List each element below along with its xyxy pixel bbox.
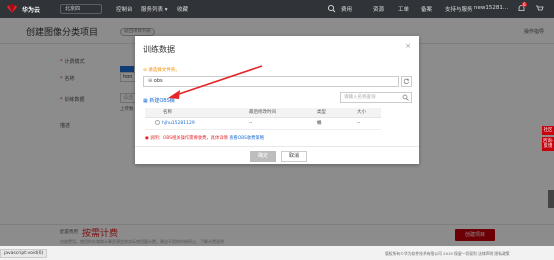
cancel-button[interactable]: 取消 [281, 151, 307, 162]
type-cell: 桶 [313, 117, 353, 130]
warning-message: ⊘ 请选择文件夹。 [143, 68, 180, 73]
obs-path-breadcrumb[interactable]: ⊖ obs [143, 76, 399, 87]
new-obs-bucket-link[interactable]: ▦ 新建OBS桶 [143, 97, 175, 104]
nav-billing[interactable]: 费用 [341, 5, 352, 13]
brand-name[interactable]: 华为云 [22, 5, 40, 14]
notification-count-badge: 6 [522, 2, 527, 7]
modified-cell: -- [245, 117, 313, 130]
nav-console[interactable]: 控制台 [116, 5, 133, 13]
nav-tickets[interactable]: 工单 [398, 5, 409, 13]
nav-filing[interactable]: 备案 [421, 5, 432, 13]
huawei-logo-icon[interactable] [6, 4, 18, 14]
bucket-name-cell[interactable]: hjhu15281129 [145, 117, 245, 130]
nav-resources[interactable]: 资源 [373, 5, 384, 13]
add-bucket-icon: ▦ [143, 98, 148, 104]
close-icon[interactable]: × [405, 42, 411, 50]
top-navigation-bar: 华为云 北京四 控制台 服务列表 ▾ 收藏 费用 资源 工单 备案 支持与服务 … [0, 0, 554, 18]
table-row[interactable]: hjhu15281129 -- 桶 -- [145, 117, 381, 130]
footer: javascript:void(0) 版权所有©华为软件技术有限公司 2019 … [0, 246, 554, 260]
nav-service-list[interactable]: 服务列表 ▾ [141, 5, 168, 13]
column-header-type[interactable]: 类型 [313, 108, 353, 118]
dialog-title: 训练数据 [143, 45, 175, 54]
confirm-button[interactable]: 确定 [250, 151, 276, 162]
cart-icon[interactable] [535, 4, 544, 13]
obs-pricing-link[interactable]: 查看OBS收费策略 [229, 136, 264, 141]
community-tab[interactable]: 社区 [542, 126, 554, 135]
obs-file-table: 名称 最后修改时间 类型 大小 hjhu15281129 -- 桶 -- [145, 108, 381, 130]
scroll-to-top-button[interactable] [548, 190, 554, 208]
feedback-tab[interactable]: 咨询·反馈 [542, 137, 554, 151]
table-header-row: 名称 最后修改时间 类型 大小 [145, 108, 381, 118]
side-float-tabs: 社区 咨询·反馈 [542, 126, 554, 153]
dialog-footer: 确定 取消 [135, 146, 419, 164]
column-header-name[interactable]: 名称 [145, 108, 245, 118]
search-input[interactable]: 请输入名称查询 [340, 92, 412, 103]
training-data-dialog: 训练数据 × ⊘ 请选择文件夹。 ⊖ obs ▦ 新建OBS桶 请输入名称查询 … [135, 36, 419, 164]
nav-support[interactable]: 支持与服务 [445, 5, 473, 13]
user-account[interactable]: new15281... [474, 5, 508, 11]
search-icon[interactable] [327, 4, 336, 13]
select-radio[interactable] [155, 120, 160, 125]
size-cell: -- [353, 117, 381, 130]
search-icon[interactable] [402, 94, 409, 101]
refresh-icon[interactable] [401, 76, 412, 87]
copyright-text: 版权所有©华为软件技术有限公司 2019 保留一切权利 法律声明 隐私政策 [385, 251, 510, 256]
bucket-icon: ⊖ [148, 78, 153, 84]
browser-status-bar: javascript:void(0) [0, 249, 48, 258]
column-header-size[interactable]: 大小 [353, 108, 381, 118]
nav-favorites[interactable]: 收藏 [177, 5, 188, 13]
region-selector[interactable]: 北京四 [60, 4, 102, 14]
column-header-modified[interactable]: 最后修改时间 [245, 108, 313, 118]
obs-fee-notice: ● 说明：OBS相关操作需要收费，具体详情 查看OBS收费策略 [145, 136, 264, 141]
info-icon: ● [145, 136, 149, 141]
